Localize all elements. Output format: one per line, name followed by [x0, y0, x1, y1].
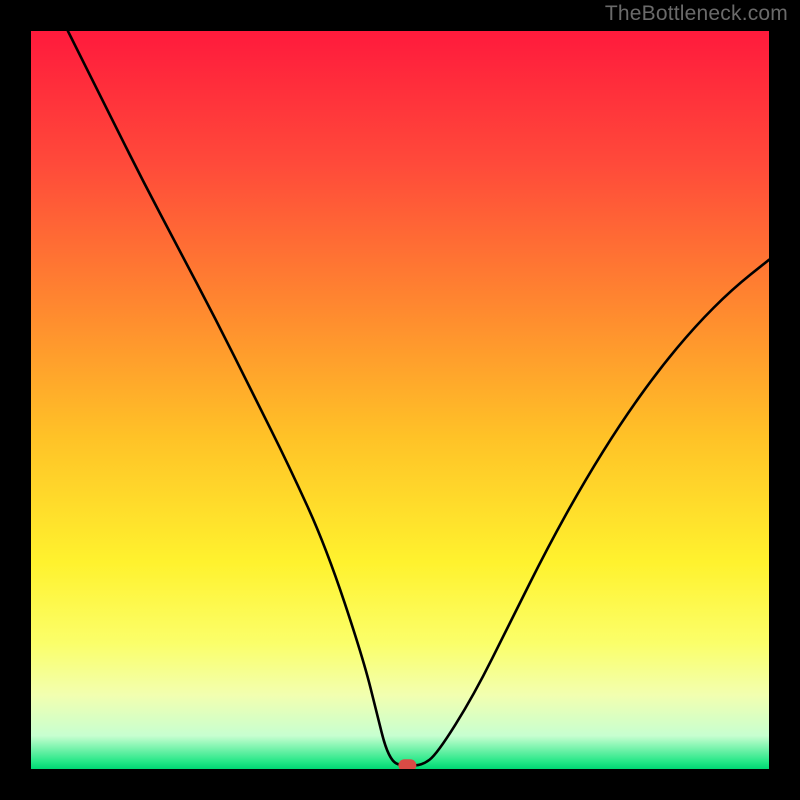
chart-frame: TheBottleneck.com [0, 0, 800, 800]
watermark-text: TheBottleneck.com [605, 2, 788, 26]
chart-svg [31, 31, 769, 769]
optimal-point-marker [398, 759, 416, 769]
chart-background [31, 31, 769, 769]
bottleneck-chart [31, 31, 769, 769]
